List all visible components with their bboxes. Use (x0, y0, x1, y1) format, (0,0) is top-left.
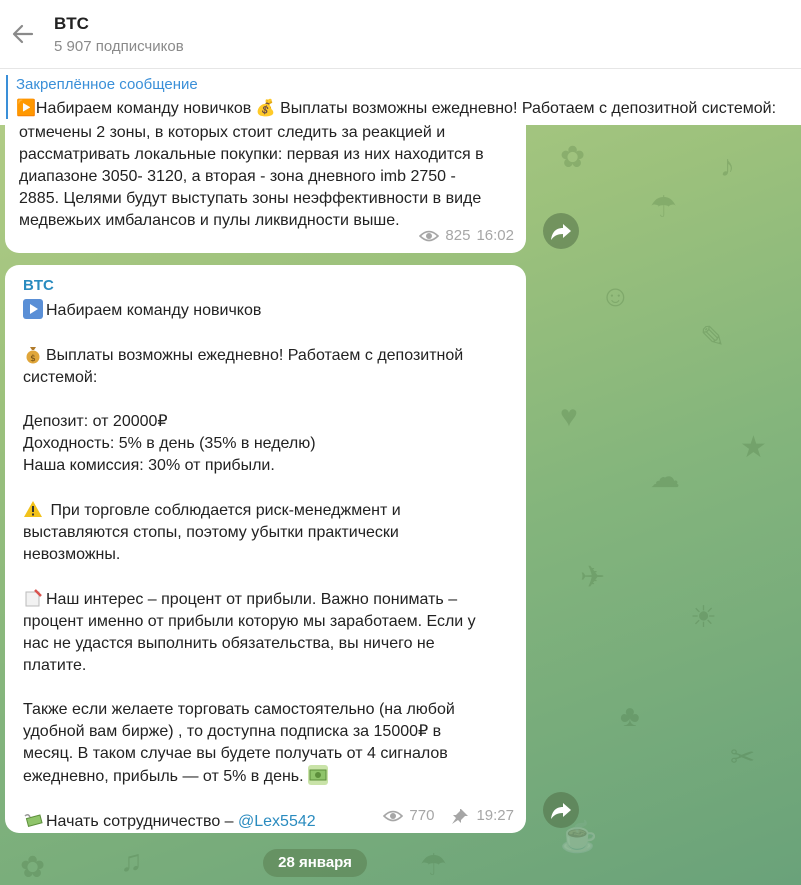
play-icon (23, 299, 43, 319)
message-line: месяц. В таком случае вы будете получать… (23, 745, 448, 762)
view-count: 825 (445, 227, 471, 244)
dollar-banknote-icon (308, 765, 329, 785)
share-icon (551, 803, 571, 819)
chat-header: BTC 5 907 подписчиков (0, 0, 801, 69)
message-line: При торговле соблюдается риск-менеджмент… (23, 499, 512, 522)
message-bubble: BTC Набираем команду новичков $ Выплаты в… (5, 265, 526, 833)
share-button[interactable] (543, 792, 579, 828)
message-line: процент именно от прибыли которую мы зар… (23, 613, 476, 630)
message-line: Доходность: 5% в день (35% в неделю) (23, 435, 316, 452)
message-line: отмечены 2 зоны, в которых стоит следить… (19, 124, 446, 141)
message-line: Наша комиссия: 30% от прибыли. (23, 457, 275, 474)
message-line: Набираем команду новичков (23, 299, 512, 322)
message-time: 16:02 (476, 227, 514, 244)
subscriber-count: 5 907 подписчиков (54, 38, 184, 55)
contact-link[interactable]: @Lex5542 (238, 813, 316, 830)
money-bag-icon: $ (23, 344, 43, 364)
message-line: невозможны. (23, 546, 121, 563)
message-line: Наш интерес – процент от прибыли. Важно … (23, 588, 512, 611)
pinned-title: Закреплённое сообщение (16, 76, 198, 93)
message-bubble: отмечены 2 зоны, в которых стоит следить… (5, 108, 526, 253)
share-button[interactable] (543, 213, 579, 249)
message-meta: 825 16:02 (419, 225, 514, 247)
date-separator: 28 января (263, 849, 367, 877)
message-line: ежедневно, прибыль — от 5% в день. (23, 765, 512, 788)
message-meta: 770 19:27 (383, 805, 514, 827)
message-line: системой: (23, 369, 98, 386)
message-line: платите. (23, 657, 87, 674)
pin-icon (452, 809, 469, 824)
memo-icon (23, 588, 43, 608)
warning-icon (23, 499, 43, 519)
view-count: 770 (409, 807, 435, 824)
back-arrow-icon (12, 24, 34, 44)
message-line: рассматривать локальные покупки: первая … (19, 146, 484, 163)
money-wings-icon (23, 810, 43, 830)
message-line: удобной вам бирже) , то доступна подписк… (23, 723, 442, 740)
eye-icon (419, 230, 440, 242)
message-line: выставляются стопы, поэтому убытки практ… (23, 524, 399, 541)
message-line: Депозит: от 20000₽ (23, 413, 168, 430)
message-line: 2885. Целями будут выступать зоны неэффе… (19, 190, 482, 207)
pinned-message-bar[interactable]: Закреплённое сообщение ▶️Набираем команд… (0, 69, 801, 125)
eye-icon (383, 810, 404, 822)
share-icon (551, 224, 571, 240)
channel-name[interactable]: BTC (54, 14, 89, 34)
back-button[interactable] (8, 18, 38, 50)
svg-text:$: $ (30, 354, 36, 364)
message-line: диапазоне 3050- 3120, а вторая - зона дн… (19, 168, 456, 185)
message-line: нас не удастся выполнить обязательства, … (23, 635, 435, 652)
message-line: Также если желаете торговать самостоятел… (23, 701, 455, 718)
pinned-indicator (6, 75, 8, 119)
message-sender[interactable]: BTC (23, 275, 512, 297)
message-time: 19:27 (476, 807, 514, 824)
message-line: $ Выплаты возможны ежедневно! Работаем с … (23, 344, 512, 367)
pinned-text: ▶️Набираем команду новичков 💰 Выплаты во… (16, 100, 777, 117)
